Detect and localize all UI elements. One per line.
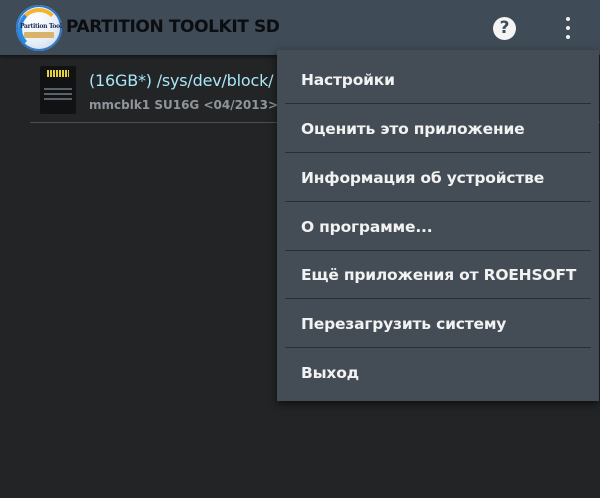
sd-card-label-line — [44, 98, 72, 100]
app-screen: Partition Toolkit PARTITION TOOLKIT SD ?… — [0, 0, 600, 498]
overflow-dot — [566, 17, 570, 21]
device-subtitle: mmcblk1 SU16G <04/2013> — [89, 98, 279, 112]
menu-item-label: Оценить это приложение — [301, 120, 525, 138]
overflow-dot — [566, 26, 570, 30]
app-logo: Partition Toolkit — [16, 5, 62, 51]
menu-item-exit[interactable]: Выход — [285, 349, 591, 397]
menu-item-more-apps[interactable]: Ещё приложения от ROEHSOFT — [285, 251, 591, 299]
help-icon[interactable]: ? — [493, 17, 516, 40]
menu-item-label: Ещё приложения от ROEHSOFT — [301, 266, 577, 284]
menu-item-settings[interactable]: Настройки — [285, 56, 591, 104]
menu-item-label: О программе... — [301, 218, 433, 236]
overflow-dot — [566, 35, 570, 39]
menu-item-device-info[interactable]: Информация об устройстве — [285, 154, 591, 202]
menu-item-about[interactable]: О программе... — [285, 203, 591, 251]
sd-card-pins — [47, 70, 69, 77]
logo-text: Partition Toolkit — [20, 23, 62, 30]
menu-item-rate-app[interactable]: Оценить это приложение — [285, 105, 591, 153]
menu-item-label: Настройки — [301, 71, 395, 89]
menu-item-label: Выход — [301, 364, 359, 382]
menu-item-label: Перезагрузить систему — [301, 315, 507, 333]
app-bar: Partition Toolkit PARTITION TOOLKIT SD ? — [0, 0, 600, 55]
menu-item-reboot[interactable]: Перезагрузить систему — [285, 300, 591, 348]
sd-card-label-line — [44, 88, 72, 90]
sd-card-icon — [40, 66, 76, 114]
logo-band — [24, 32, 54, 38]
app-title: PARTITION TOOLKIT SD — [66, 17, 280, 37]
device-title: (16GB*) /sys/dev/block/ — [89, 71, 274, 90]
overflow-menu-icon[interactable] — [560, 16, 576, 42]
overflow-menu: Настройки Оценить это приложение Информа… — [277, 50, 599, 401]
menu-item-label: Информация об устройстве — [301, 169, 545, 187]
sd-card-label-line — [44, 93, 72, 95]
